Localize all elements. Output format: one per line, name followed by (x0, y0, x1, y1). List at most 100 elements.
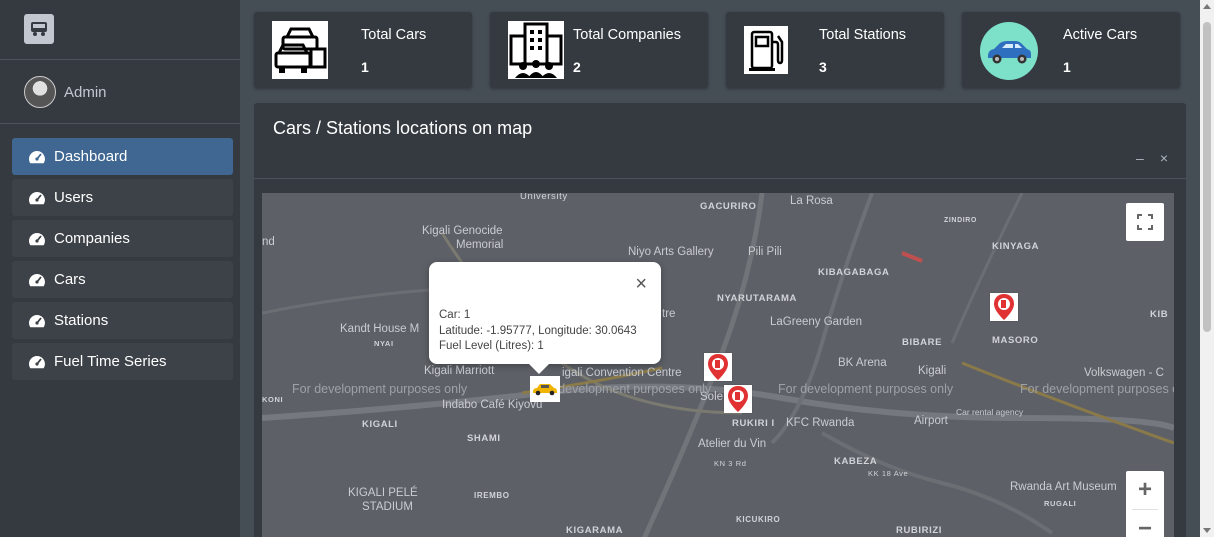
sidebar-item-label: Dashboard (54, 148, 128, 165)
card-tools: – × (1136, 151, 1168, 165)
place-label: RUKIRI I (732, 418, 775, 429)
place-label: RUBIRIZI (896, 525, 942, 536)
info-title: Total Cars (361, 27, 427, 43)
info-value: 1 (1063, 59, 1071, 75)
place-label: Kigali (918, 365, 947, 377)
brand-logo-icon[interactable] (24, 14, 54, 44)
place-label: Pili Pili (748, 246, 782, 258)
fuel-pump-icon (744, 26, 788, 74)
place-label: Memorial (456, 239, 504, 251)
card-divider (254, 178, 1186, 179)
sidebar-item-stations[interactable]: Stations (12, 302, 233, 339)
place-label: LaGreeny Garden (770, 316, 863, 328)
road-label: KN 3 Rd (714, 459, 747, 468)
place-label: Kandt House M (340, 323, 420, 335)
sidebar-item-users[interactable]: Users (12, 179, 233, 216)
brand (0, 0, 240, 60)
sidebar-item-label: Users (54, 189, 94, 206)
map[interactable]: University GACURIRO La Rosa ZINDIRO KINY… (262, 193, 1174, 537)
car-info-popup: × Car: 1 Latitude: -1.95777, Longitude: … (429, 262, 661, 374)
place-label: La Rosa (790, 195, 833, 207)
sidebar-item-fuel-time-series[interactable]: Fuel Time Series (12, 343, 233, 380)
place-label: Kigali Marriott (424, 365, 495, 377)
station-marker[interactable] (990, 293, 1018, 321)
place-label: GACURIRO (700, 201, 757, 212)
dev-watermark: For development purposes only (292, 382, 468, 396)
sidebar-item-cars[interactable]: Cars (12, 261, 233, 298)
info-box-active-cars: Active Cars 1 (962, 12, 1180, 88)
place-label: KIGARAMA (566, 525, 624, 536)
car-marker[interactable] (530, 376, 560, 402)
info-title: Total Companies (573, 27, 681, 43)
place-label: STADIUM (362, 501, 413, 513)
place-label: Indabo Café Kiyovu (442, 399, 543, 411)
place-label: Car rental agency (956, 407, 1024, 417)
avatar[interactable] (24, 76, 56, 108)
sidebar-item-label: Companies (54, 230, 130, 247)
place-label: nd (262, 236, 275, 248)
place-label: KABEZA (834, 456, 878, 467)
fullscreen-icon (1137, 214, 1153, 230)
place-label: MASORO (992, 335, 1039, 346)
place-label: BIBARE (902, 337, 943, 348)
info-box-total-companies: Total Companies 2 (490, 12, 708, 88)
cars-icon (272, 21, 328, 79)
info-title: Active Cars (1063, 27, 1138, 43)
fuel-pin-icon (728, 386, 748, 412)
scroll-up-arrow-icon[interactable] (1203, 4, 1211, 9)
sidebar-item-label: Cars (54, 271, 86, 288)
collapse-button[interactable]: – (1136, 151, 1144, 165)
sidebar-item-companies[interactable]: Companies (12, 220, 233, 257)
sidebar-nav: Dashboard Users Companies Cars Stations … (12, 138, 233, 384)
place-label: Airport (914, 415, 948, 427)
place-label: University (520, 193, 568, 202)
station-marker[interactable] (704, 353, 732, 381)
dev-watermark: For development purposes only (1020, 382, 1174, 396)
map-card: Cars / Stations locations on map – × Uni… (254, 103, 1186, 537)
zoom-in-button[interactable]: + (1126, 471, 1164, 509)
company-building-icon (508, 21, 564, 79)
card-title: Cars / Stations locations on map (273, 118, 533, 138)
place-label: Kigali Genocide (422, 225, 503, 237)
fullscreen-button[interactable] (1126, 203, 1164, 241)
info-title: Total Stations (819, 27, 907, 43)
popup-close-button[interactable]: × (635, 274, 647, 294)
place-label: Rwanda Art Museum (1010, 481, 1117, 493)
place-label: KIB (1150, 309, 1169, 320)
place-label: BK Arena (838, 357, 887, 369)
sidebar-item-dashboard[interactable]: Dashboard (12, 138, 233, 175)
sidebar-item-label: Fuel Time Series (54, 353, 167, 370)
place-label: KONI (262, 395, 284, 404)
place-label: igali Convention Centre (562, 367, 682, 379)
place-label: KICUKIRO (736, 515, 781, 524)
dev-watermark: For development purposes only (778, 382, 954, 396)
place-label: KIGALI PELÉ (348, 487, 418, 499)
popup-fuel: Fuel Level (Litres): 1 (439, 340, 544, 352)
tachometer-icon (29, 355, 45, 368)
place-label: ZINDIRO (944, 217, 977, 224)
taxi-icon (533, 384, 557, 396)
tachometer-icon (29, 150, 45, 163)
place-label: SHAMI (467, 433, 501, 444)
place-label: RUGALI (1044, 499, 1077, 508)
info-value: 2 (573, 59, 581, 75)
scroll-thumb[interactable] (1203, 22, 1211, 332)
popup-car: Car: 1 (439, 309, 471, 321)
info-box-total-cars: Total Cars 1 (254, 12, 472, 88)
station-marker[interactable] (724, 385, 752, 413)
fuel-pin-icon (708, 354, 728, 380)
zoom-out-button[interactable]: − (1126, 510, 1164, 537)
fuel-pin-icon (994, 294, 1014, 320)
remove-button[interactable]: × (1160, 151, 1168, 165)
user-name[interactable]: Admin (64, 84, 107, 101)
page-scrollbar[interactable] (1200, 0, 1214, 537)
place-label: NYARUTARAMA (717, 293, 797, 304)
user-panel: Admin (0, 60, 240, 124)
dev-watermark: For development purposes only (536, 382, 712, 396)
place-label: KIGALI (362, 419, 398, 430)
place-label: IREMBO (474, 491, 510, 500)
popup-coords: Latitude: -1.95777, Longitude: 30.0643 (439, 325, 637, 337)
place-label: Volkswagen - C (1084, 367, 1164, 379)
road-label: KK 18 Ave (868, 469, 909, 478)
scroll-down-arrow-icon[interactable] (1203, 528, 1211, 533)
